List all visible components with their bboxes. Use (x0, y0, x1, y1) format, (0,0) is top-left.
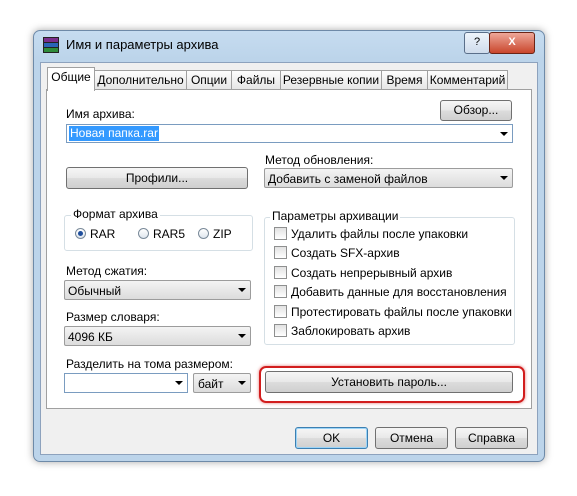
ok-button[interactable]: OK (295, 427, 368, 449)
radio-zip[interactable] (198, 228, 209, 239)
checkbox-delete-after[interactable] (274, 227, 287, 240)
checkbox-lock-archive[interactable] (274, 324, 287, 337)
split-unit-select[interactable]: байт (193, 373, 251, 393)
radio-rar5-label[interactable]: RAR5 (153, 227, 185, 241)
split-volumes-label: Разделить на тома размером: (66, 357, 233, 371)
radio-rar-label[interactable]: RAR (90, 227, 115, 241)
tab-backup[interactable]: Резервные копии (280, 70, 382, 89)
winrar-app-icon (42, 37, 59, 53)
browse-button[interactable]: Обзор... (440, 100, 512, 121)
radio-rar5[interactable] (138, 228, 149, 239)
archive-name-value[interactable]: Новая папка.rar (69, 126, 159, 141)
archive-name-combobox[interactable]: Новая папка.rar (66, 124, 513, 143)
chevron-down-icon[interactable] (500, 131, 508, 136)
chevron-down-icon[interactable] (500, 176, 508, 180)
cancel-button[interactable]: Отмена (375, 427, 448, 449)
archive-name-label: Имя архива: (66, 107, 135, 121)
update-method-label: Метод обновления: (265, 153, 374, 167)
chevron-down-icon[interactable] (238, 334, 246, 338)
checkbox-test-after-label[interactable]: Протестировать файлы после упаковки (291, 305, 512, 319)
tab-comment[interactable]: Комментарий (427, 70, 508, 89)
chevron-down-icon[interactable] (175, 381, 183, 385)
dictionary-size-label: Размер словаря: (66, 310, 160, 324)
radio-rar[interactable] (75, 228, 86, 239)
checkbox-test-after[interactable] (274, 305, 287, 318)
help-title-button[interactable]: ? (464, 32, 490, 54)
tab-advanced[interactable]: Дополнительно (94, 70, 187, 89)
compression-method-value: Обычный (68, 284, 122, 298)
split-unit-value: байт (198, 377, 224, 391)
tab-files[interactable]: Файлы (231, 70, 281, 89)
checkbox-recovery-record[interactable] (274, 285, 287, 298)
help-button[interactable]: Справка (455, 427, 528, 449)
update-method-select[interactable]: Добавить с заменой файлов (264, 168, 513, 188)
dictionary-size-select[interactable]: 4096 КБ (64, 326, 251, 346)
compression-method-label: Метод сжатия: (66, 264, 148, 278)
tab-options[interactable]: Опции (186, 70, 232, 89)
checkbox-delete-after-label[interactable]: Удалить файлы после упаковки (291, 227, 468, 241)
close-button[interactable]: X (489, 32, 535, 54)
checkbox-sfx[interactable] (274, 246, 287, 259)
archive-format-label: Формат архива (71, 207, 160, 221)
archive-options-label: Параметры архивации (270, 209, 401, 223)
checkbox-lock-archive-label[interactable]: Заблокировать архив (291, 324, 410, 338)
dictionary-size-value: 4096 КБ (68, 330, 113, 344)
update-method-value: Добавить с заменой файлов (268, 172, 428, 186)
chevron-down-icon[interactable] (238, 381, 246, 385)
profiles-button[interactable]: Профили... (66, 167, 248, 189)
split-volumes-combobox[interactable] (64, 373, 188, 393)
compression-method-select[interactable]: Обычный (64, 280, 251, 300)
checkbox-sfx-label[interactable]: Создать SFX-архив (291, 246, 400, 260)
radio-zip-label[interactable]: ZIP (213, 227, 232, 241)
checkbox-recovery-record-label[interactable]: Добавить данные для восстановления (291, 285, 507, 299)
checkbox-solid[interactable] (274, 266, 287, 279)
set-password-button[interactable]: Установить пароль... (265, 371, 513, 393)
tab-general[interactable]: Общие (47, 67, 95, 91)
window-title: Имя и параметры архива (66, 37, 219, 52)
checkbox-solid-label[interactable]: Создать непрерывный архив (291, 266, 452, 280)
tab-time[interactable]: Время (381, 70, 428, 89)
chevron-down-icon[interactable] (238, 288, 246, 292)
